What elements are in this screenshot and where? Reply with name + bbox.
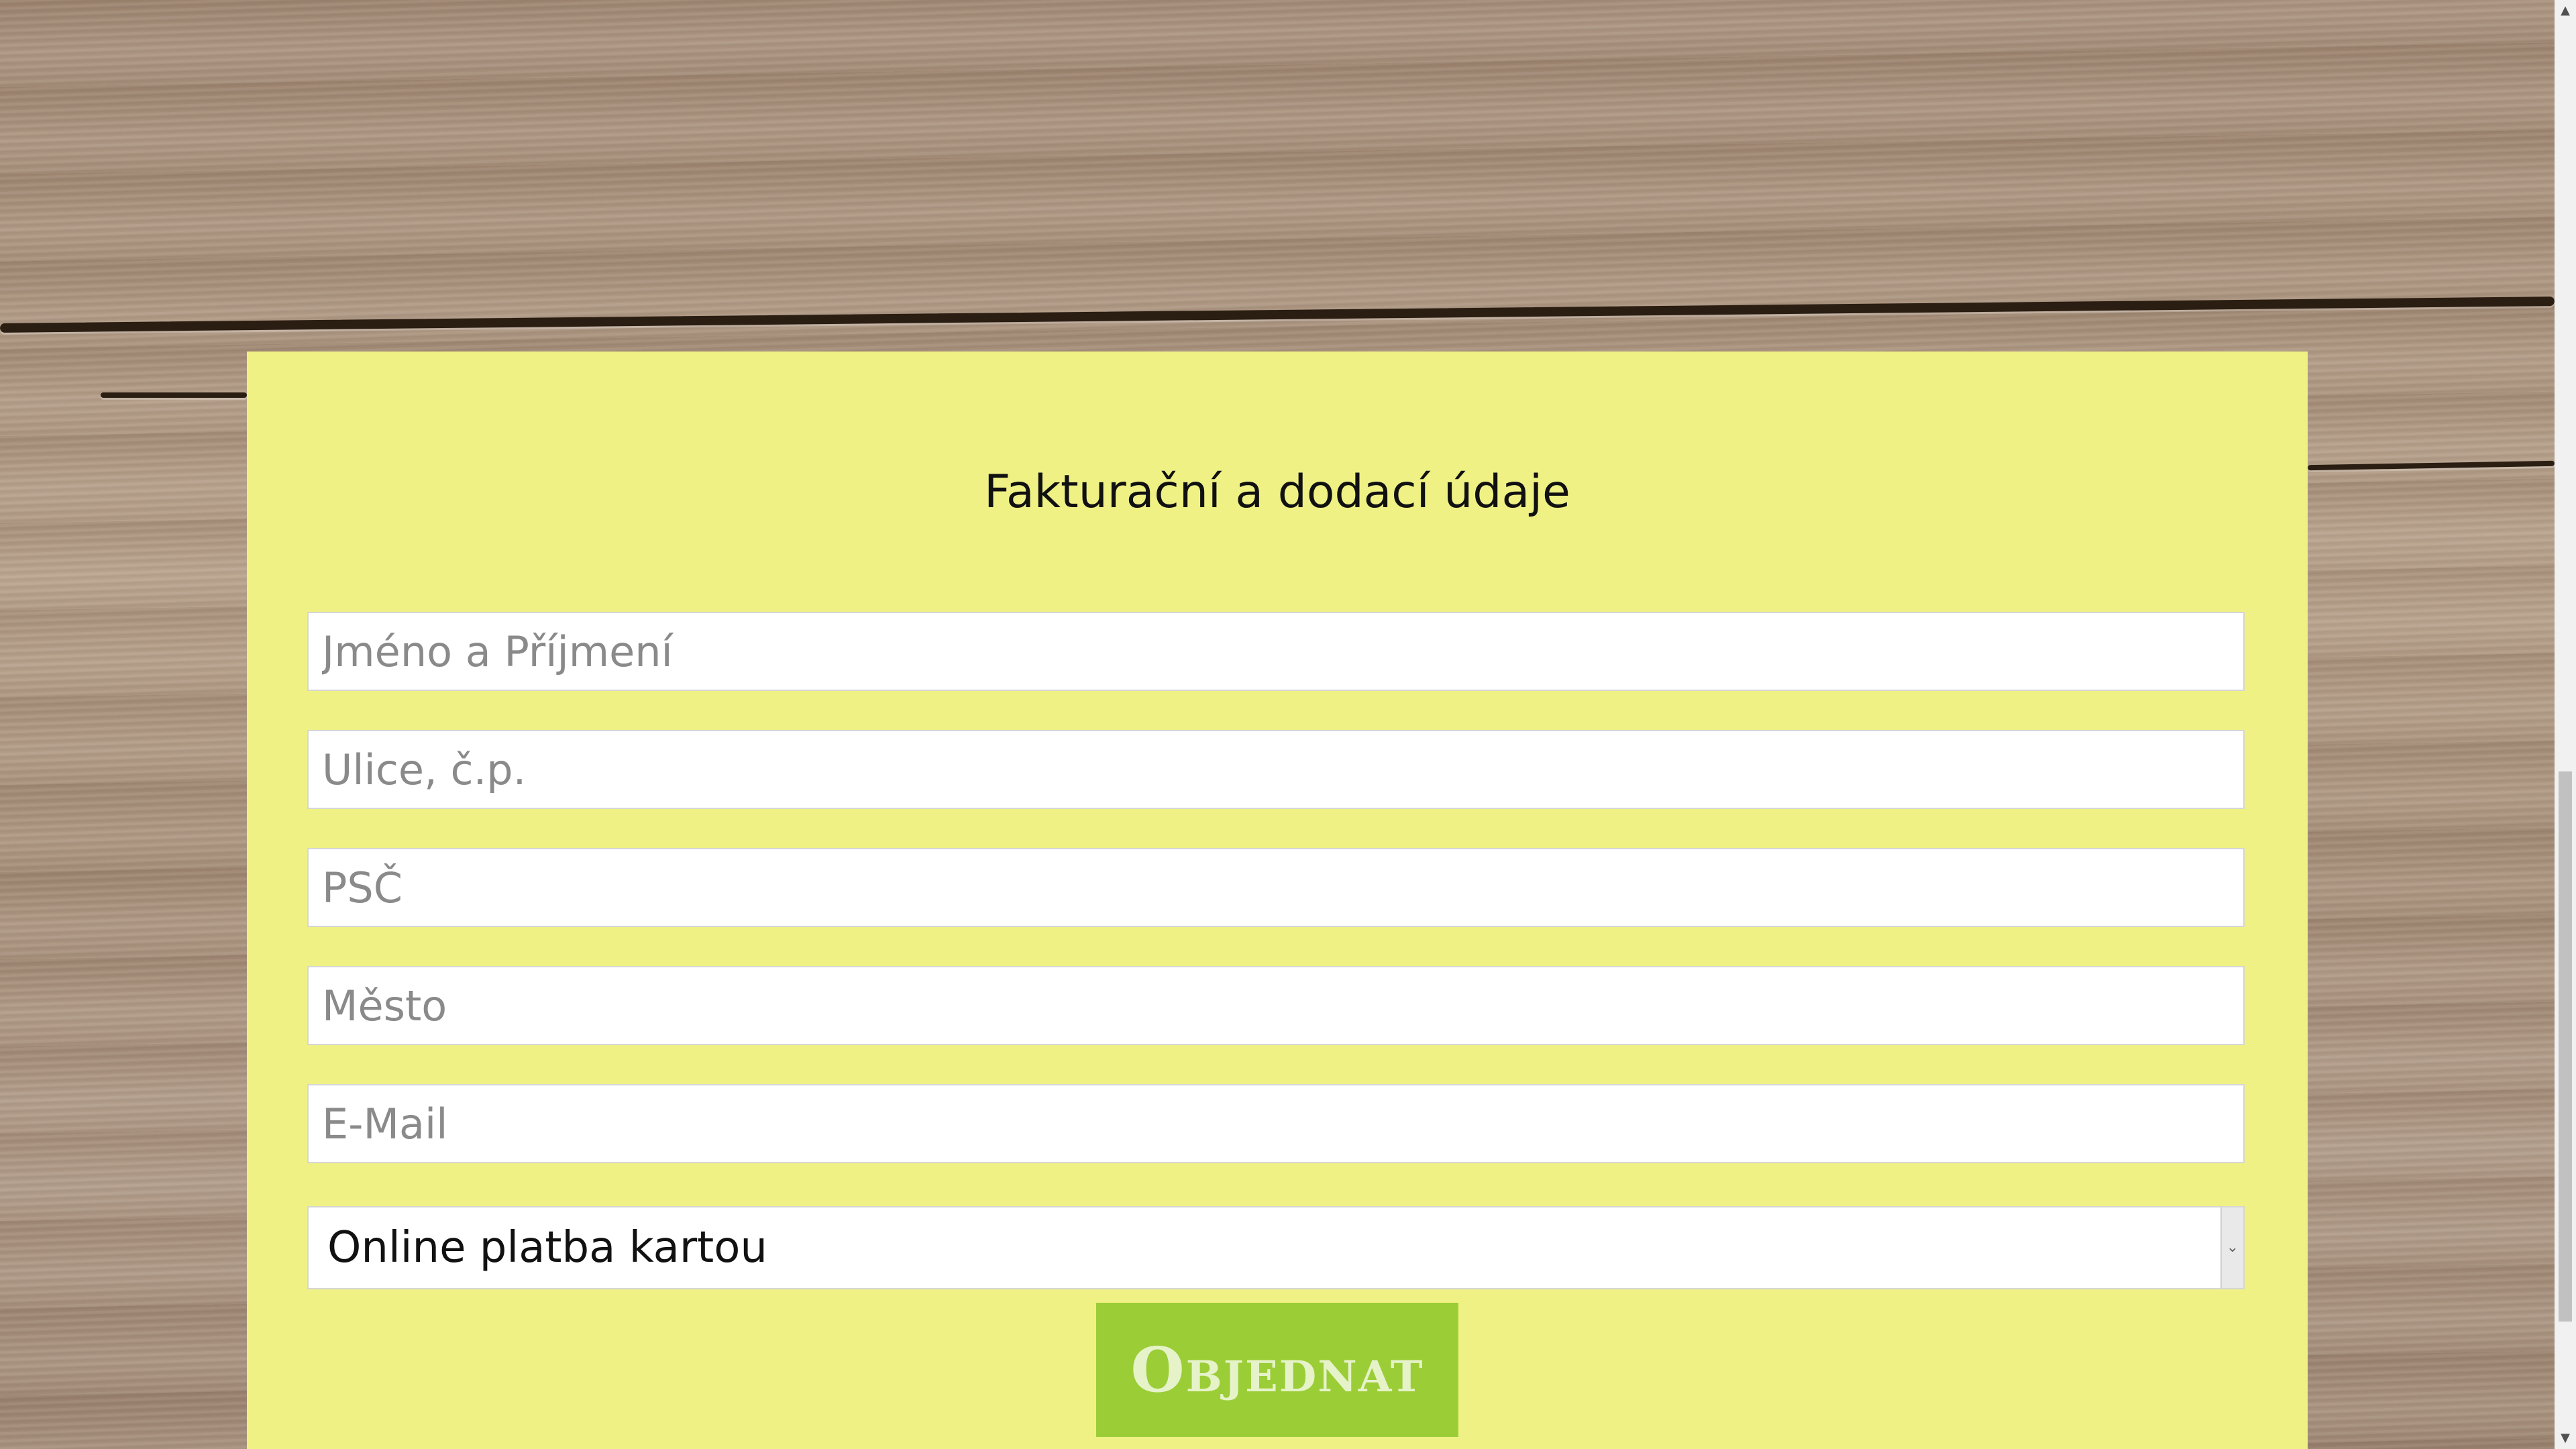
name-input[interactable]	[307, 612, 2245, 691]
email-input[interactable]	[307, 1084, 2245, 1163]
plank-crack	[2307, 460, 2555, 471]
page: Fakturační a dodací údaje Online platba …	[0, 0, 2576, 1449]
city-input[interactable]	[307, 966, 2245, 1045]
order-form-panel: Fakturační a dodací údaje Online platba …	[247, 352, 2308, 1449]
page-scrollbar[interactable]: ▲ ▼	[2555, 0, 2576, 1449]
scroll-down-icon[interactable]: ▼	[2555, 1428, 2576, 1449]
form-title: Fakturační a dodací údaje	[984, 466, 1570, 519]
payment-method-select[interactable]: Online platba kartou ⌄	[307, 1206, 2245, 1289]
scroll-up-icon[interactable]: ▲	[2555, 0, 2576, 21]
plank-crack	[101, 392, 247, 398]
payment-method-value: Online platba kartou	[327, 1223, 767, 1273]
street-input[interactable]	[307, 730, 2245, 809]
order-submit-button[interactable]: Objednat	[1096, 1303, 1458, 1437]
postcode-input[interactable]	[307, 848, 2245, 927]
scroll-thumb[interactable]	[2559, 771, 2572, 1322]
chevron-down-icon[interactable]: ⌄	[2220, 1208, 2243, 1288]
plank-crack	[0, 297, 2555, 333]
